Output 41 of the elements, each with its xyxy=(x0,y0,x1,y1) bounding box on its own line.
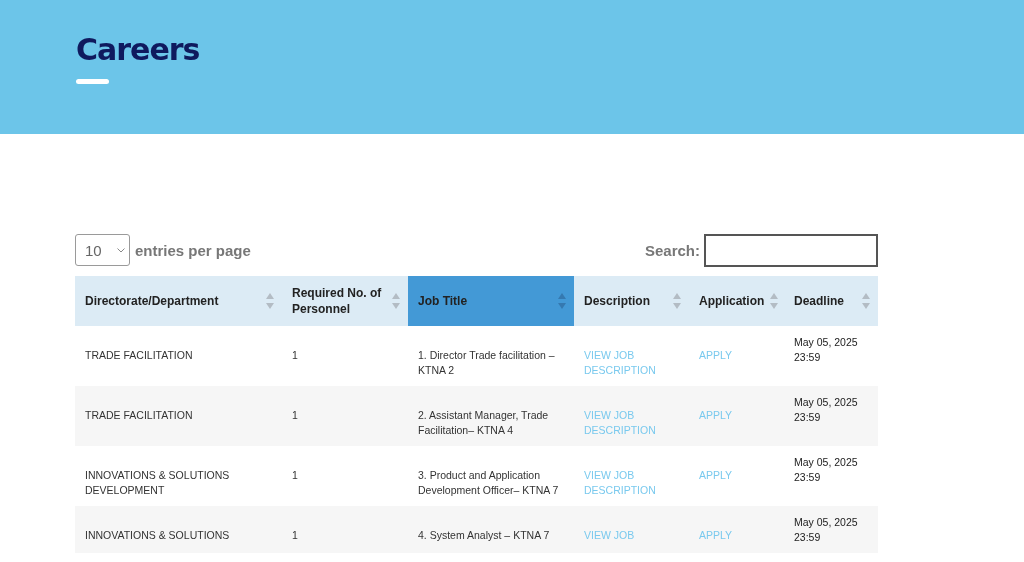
search-label: Search: xyxy=(644,241,700,259)
title-underline xyxy=(76,79,109,84)
department-cell: TRADE FACILITATION xyxy=(85,349,193,361)
job-title-cell: 4. System Analyst – KTNA 7 xyxy=(418,529,550,541)
deadline-cell: May 05, 2025 23:59 xyxy=(794,516,858,543)
view-description-link[interactable]: VIEW JOB DESCRIPTION xyxy=(584,348,679,378)
view-description-link[interactable]: VIEW JOB DESCRIPTION xyxy=(584,468,679,498)
sort-icon xyxy=(862,293,870,309)
sort-icon xyxy=(770,293,779,309)
job-title-cell: 3. Product and Application Development Officer– KTNA 7 xyxy=(418,469,559,496)
apply-link[interactable]: APPLY xyxy=(699,469,733,481)
chevron-down-icon xyxy=(117,247,125,253)
sort-icon xyxy=(266,293,274,309)
department-cell: TRADE FACILITATION xyxy=(85,409,193,421)
personnel-cell: 1 xyxy=(292,469,298,481)
search-field[interactable] xyxy=(704,233,878,267)
page-size-select[interactable]: 10 xyxy=(75,234,130,266)
deadline-cell: May 05, 2025 23:59 xyxy=(794,336,858,363)
deadline-cell: May 05, 2025 23:59 xyxy=(794,396,858,423)
apply-link[interactable]: APPLY xyxy=(699,409,733,421)
job-title-cell: 1. Director Trade facilitation – KTNA 2 xyxy=(418,349,555,376)
personnel-cell: 1 xyxy=(292,409,298,421)
column-header[interactable]: Job Title xyxy=(408,276,574,326)
department-cell: INNOVATIONS & SOLUTIONS xyxy=(85,529,230,541)
sort-icon xyxy=(392,293,400,309)
apply-link[interactable]: APPLY xyxy=(699,349,733,361)
column-header[interactable]: Application xyxy=(689,276,784,326)
sort-icon xyxy=(558,293,566,309)
personnel-cell: 1 xyxy=(292,529,298,541)
column-header[interactable]: Deadline xyxy=(784,276,878,326)
column-header[interactable]: Directorate/Department xyxy=(75,276,282,326)
page-title: Careers xyxy=(76,31,200,69)
department-cell: INNOVATIONS & SOLUTIONS DEVELOPMENT xyxy=(85,469,230,496)
column-header[interactable]: Description xyxy=(574,276,689,326)
page-size-label: entries per page xyxy=(135,241,251,259)
job-title-cell: 2. Assistant Manager, Trade Facilitation– KTNA 4 xyxy=(418,409,549,436)
sort-icon xyxy=(673,293,681,309)
personnel-cell: 1 xyxy=(292,349,298,361)
deadline-cell: May 05, 2025 23:59 xyxy=(794,456,858,483)
apply-link[interactable]: APPLY xyxy=(699,529,733,541)
column-header[interactable]: Required No. of Personnel xyxy=(282,276,408,326)
